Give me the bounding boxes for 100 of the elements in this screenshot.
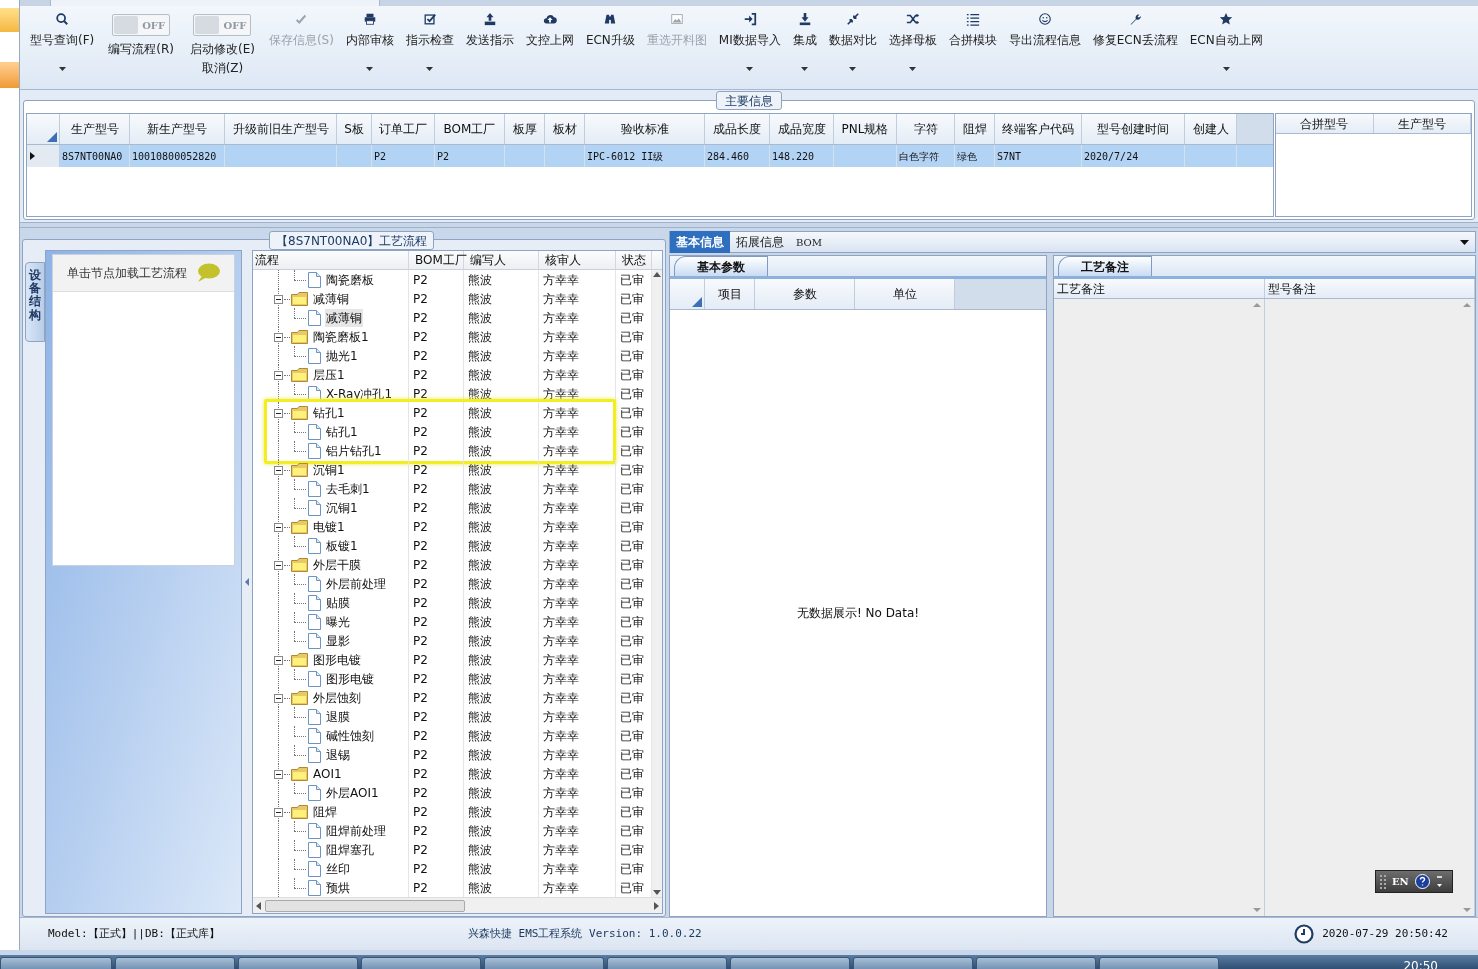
collapse-icon[interactable] (274, 371, 283, 380)
column-header[interactable]: 验收标准 (585, 114, 705, 144)
taskbar-button[interactable] (853, 957, 973, 969)
taskbar-button[interactable] (115, 957, 235, 969)
toolbar-button[interactable]: MI数据导入 (712, 10, 787, 80)
tree-node-label[interactable]: 沉铜1 (312, 460, 346, 479)
column-header[interactable]: 成品宽度 (770, 114, 834, 144)
column-header[interactable]: 板材 (545, 114, 585, 144)
collapse-icon[interactable] (274, 561, 283, 570)
tree-node-label[interactable]: 退锡 (325, 745, 351, 764)
toolbar-button[interactable]: ECN自动上网 (1183, 10, 1269, 80)
collapse-icon[interactable] (274, 466, 283, 475)
toolbar-button[interactable]: 选择母板 (882, 10, 943, 80)
dropdown-arrow-icon[interactable] (1460, 239, 1469, 245)
column-header[interactable]: 字符 (897, 114, 955, 144)
toolbar-button[interactable]: 合拼模块 (942, 10, 1003, 80)
tree-node-label[interactable]: 外层干膜 (312, 555, 362, 574)
column-header[interactable]: 参数 (755, 279, 855, 309)
tree-node-label[interactable]: AOI1 (312, 764, 343, 783)
column-header[interactable]: 生产型号 (60, 114, 130, 144)
collapse-icon[interactable] (274, 808, 283, 817)
tree-node-label[interactable]: 显影 (325, 631, 351, 650)
section-tab[interactable]: 工艺备注 (1058, 256, 1152, 276)
taskbar-button[interactable] (361, 957, 481, 969)
column-header[interactable]: PNL规格 (834, 114, 897, 144)
horizontal-scrollbar[interactable] (253, 897, 662, 913)
taskbar-button[interactable] (1099, 957, 1219, 969)
tree-node-label[interactable]: 阻焊前处理 (325, 821, 387, 840)
tab[interactable]: BOM (790, 231, 828, 253)
language-code[interactable]: EN (1392, 874, 1409, 889)
tree-node-label[interactable]: 板镀1 (325, 536, 359, 555)
column-header[interactable]: S板 (337, 114, 372, 144)
toggle-label[interactable]: 编写流程(R) (108, 40, 174, 58)
tree-node-label[interactable]: 去毛刺1 (325, 479, 371, 498)
toolbar-button[interactable]: 修复ECN丢流程 (1086, 10, 1184, 80)
column-header[interactable]: 订单工厂 (372, 114, 435, 144)
column-header[interactable]: 板厚 (505, 114, 545, 144)
collapse-icon[interactable] (274, 694, 283, 703)
column-header[interactable]: 成品长度 (705, 114, 770, 144)
collapse-icon[interactable] (274, 333, 283, 342)
language-bar[interactable]: EN (1375, 870, 1453, 893)
tree-node-label[interactable]: 贴膜 (325, 593, 351, 612)
taskbar-button[interactable] (976, 957, 1096, 969)
tree-node-label[interactable]: 曝光 (325, 612, 351, 631)
tree-node-label[interactable]: 减薄铜 (312, 289, 350, 308)
taskbar-button[interactable] (0, 957, 112, 969)
scroll-up-icon[interactable] (653, 272, 661, 277)
tree-node-label[interactable]: 阻焊塞孔 (325, 840, 375, 859)
toolbar-button[interactable]: 集成 (786, 10, 823, 80)
column-header[interactable]: BOM工厂 (435, 114, 505, 144)
taskbar-button[interactable] (607, 957, 727, 969)
taskbar-button[interactable] (730, 957, 850, 969)
toolbar-button[interactable]: 指示检查 (399, 10, 460, 80)
tree-node-label[interactable]: 钻孔1 (325, 422, 359, 441)
column-header[interactable]: 生产型号 (1373, 114, 1471, 133)
taskbar-button[interactable] (238, 957, 358, 969)
tree-node-label[interactable]: 外层AOI1 (325, 783, 380, 802)
column-header[interactable]: 型号创建时间 (1082, 114, 1185, 144)
tree-node-label[interactable]: 陶瓷磨板 (325, 270, 375, 289)
scroll-left-icon[interactable] (256, 901, 261, 910)
column-header[interactable]: 工艺备注 (1054, 279, 1265, 298)
tree-node-label[interactable]: 图形电镀 (325, 669, 375, 688)
tab[interactable]: 基本信息 (670, 231, 730, 253)
help-icon[interactable] (1414, 874, 1430, 889)
tree-node-label[interactable]: 退膜 (325, 707, 351, 726)
tree-node-label[interactable]: 丝印 (325, 859, 351, 878)
column-header[interactable]: 阻焊 (955, 114, 995, 144)
cancel-label[interactable]: 取消(Z) (201, 59, 244, 77)
column-header[interactable]: 新生产型号 (130, 114, 225, 144)
tree-node-label[interactable]: 层压1 (312, 365, 346, 384)
tree-node-label[interactable]: 陶瓷磨板1 (312, 327, 370, 346)
scroll-right-icon[interactable] (654, 901, 659, 910)
tree-node-label[interactable]: 电镀1 (312, 517, 346, 536)
tree-node-label[interactable]: X-Ray冲孔1 (325, 384, 394, 403)
table-row[interactable]: 8S7NT00NA0 10010800052820 P2 P2 IPC-6012 II级 284.460 148.220 白色字符 绿色 S7NT 2020/7/24 (27, 145, 1273, 167)
tree-node-label[interactable]: 沉铜1 (325, 498, 359, 517)
toggle-label[interactable]: 启动修改(E) (189, 40, 255, 58)
vertical-tab[interactable]: 设备结构 (25, 262, 45, 342)
collapse-icon[interactable] (274, 295, 283, 304)
column-header[interactable]: 核审人 (539, 251, 616, 269)
vertical-scrollbar[interactable] (652, 270, 662, 898)
collapse-icon[interactable] (274, 770, 283, 779)
collapse-icon[interactable] (274, 656, 283, 665)
toolbar-button[interactable]: 导出流程信息 (1002, 10, 1087, 80)
tree-node-label[interactable]: 阻焊 (312, 802, 338, 821)
tree-node-label[interactable]: 抛光1 (325, 346, 359, 365)
toolbar-button[interactable]: 型号查询(F) (24, 10, 101, 80)
tree-node-label[interactable]: 图形电镀 (312, 650, 362, 669)
column-header[interactable]: 升级前旧生产型号 (225, 114, 337, 144)
tree-node-label[interactable]: 外层蚀刻 (312, 688, 362, 707)
toolbar-button[interactable]: ECN升级 (579, 10, 641, 80)
tab[interactable]: 拓展信息 (730, 231, 790, 253)
scroll-thumb[interactable] (265, 899, 465, 912)
column-header[interactable]: 流程 (253, 251, 409, 269)
toolbar-button[interactable]: 数据对比 (822, 10, 883, 80)
toolbar-button[interactable]: 内部审核 (339, 10, 400, 80)
tree-node-label[interactable]: 减薄铜 (325, 308, 363, 327)
taskbar-button[interactable] (484, 957, 604, 969)
column-header[interactable]: 型号备注 (1264, 279, 1475, 298)
tree-node-label[interactable]: 钻孔1 (312, 403, 346, 422)
